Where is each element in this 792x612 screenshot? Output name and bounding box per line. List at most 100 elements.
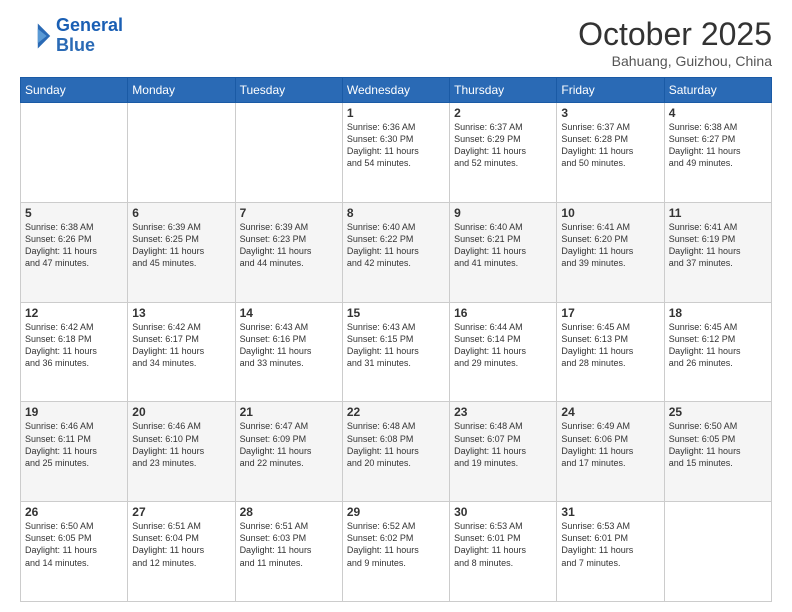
calendar-cell: 1Sunrise: 6:36 AM Sunset: 6:30 PM Daylig… — [342, 103, 449, 203]
day-info: Sunrise: 6:39 AM Sunset: 6:25 PM Dayligh… — [132, 221, 230, 270]
day-number: 23 — [454, 405, 552, 419]
day-number: 14 — [240, 306, 338, 320]
day-number: 22 — [347, 405, 445, 419]
day-number: 2 — [454, 106, 552, 120]
calendar-week-row: 1Sunrise: 6:36 AM Sunset: 6:30 PM Daylig… — [21, 103, 772, 203]
calendar: SundayMondayTuesdayWednesdayThursdayFrid… — [20, 77, 772, 602]
calendar-week-row: 12Sunrise: 6:42 AM Sunset: 6:18 PM Dayli… — [21, 302, 772, 402]
day-number: 26 — [25, 505, 123, 519]
day-info: Sunrise: 6:46 AM Sunset: 6:10 PM Dayligh… — [132, 420, 230, 469]
day-info: Sunrise: 6:49 AM Sunset: 6:06 PM Dayligh… — [561, 420, 659, 469]
day-info: Sunrise: 6:43 AM Sunset: 6:16 PM Dayligh… — [240, 321, 338, 370]
logo: General Blue — [20, 16, 123, 56]
day-number: 13 — [132, 306, 230, 320]
calendar-cell — [235, 103, 342, 203]
calendar-cell: 23Sunrise: 6:48 AM Sunset: 6:07 PM Dayli… — [450, 402, 557, 502]
day-number: 27 — [132, 505, 230, 519]
header: General Blue October 2025 Bahuang, Guizh… — [20, 16, 772, 69]
day-info: Sunrise: 6:48 AM Sunset: 6:08 PM Dayligh… — [347, 420, 445, 469]
day-info: Sunrise: 6:46 AM Sunset: 6:11 PM Dayligh… — [25, 420, 123, 469]
calendar-cell: 25Sunrise: 6:50 AM Sunset: 6:05 PM Dayli… — [664, 402, 771, 502]
day-number: 24 — [561, 405, 659, 419]
calendar-cell: 15Sunrise: 6:43 AM Sunset: 6:15 PM Dayli… — [342, 302, 449, 402]
day-info: Sunrise: 6:52 AM Sunset: 6:02 PM Dayligh… — [347, 520, 445, 569]
calendar-cell: 26Sunrise: 6:50 AM Sunset: 6:05 PM Dayli… — [21, 502, 128, 602]
weekday-header: Tuesday — [235, 78, 342, 103]
day-info: Sunrise: 6:42 AM Sunset: 6:18 PM Dayligh… — [25, 321, 123, 370]
day-info: Sunrise: 6:37 AM Sunset: 6:28 PM Dayligh… — [561, 121, 659, 170]
day-info: Sunrise: 6:47 AM Sunset: 6:09 PM Dayligh… — [240, 420, 338, 469]
calendar-cell: 30Sunrise: 6:53 AM Sunset: 6:01 PM Dayli… — [450, 502, 557, 602]
day-number: 12 — [25, 306, 123, 320]
calendar-cell: 6Sunrise: 6:39 AM Sunset: 6:25 PM Daylig… — [128, 202, 235, 302]
calendar-cell: 16Sunrise: 6:44 AM Sunset: 6:14 PM Dayli… — [450, 302, 557, 402]
weekday-header: Friday — [557, 78, 664, 103]
calendar-cell: 5Sunrise: 6:38 AM Sunset: 6:26 PM Daylig… — [21, 202, 128, 302]
calendar-cell: 10Sunrise: 6:41 AM Sunset: 6:20 PM Dayli… — [557, 202, 664, 302]
calendar-cell: 8Sunrise: 6:40 AM Sunset: 6:22 PM Daylig… — [342, 202, 449, 302]
day-number: 16 — [454, 306, 552, 320]
day-info: Sunrise: 6:53 AM Sunset: 6:01 PM Dayligh… — [454, 520, 552, 569]
calendar-cell: 9Sunrise: 6:40 AM Sunset: 6:21 PM Daylig… — [450, 202, 557, 302]
day-info: Sunrise: 6:45 AM Sunset: 6:12 PM Dayligh… — [669, 321, 767, 370]
calendar-cell: 18Sunrise: 6:45 AM Sunset: 6:12 PM Dayli… — [664, 302, 771, 402]
calendar-cell: 27Sunrise: 6:51 AM Sunset: 6:04 PM Dayli… — [128, 502, 235, 602]
day-number: 5 — [25, 206, 123, 220]
calendar-cell — [664, 502, 771, 602]
day-info: Sunrise: 6:50 AM Sunset: 6:05 PM Dayligh… — [25, 520, 123, 569]
day-info: Sunrise: 6:53 AM Sunset: 6:01 PM Dayligh… — [561, 520, 659, 569]
calendar-cell: 2Sunrise: 6:37 AM Sunset: 6:29 PM Daylig… — [450, 103, 557, 203]
day-info: Sunrise: 6:42 AM Sunset: 6:17 PM Dayligh… — [132, 321, 230, 370]
day-info: Sunrise: 6:38 AM Sunset: 6:27 PM Dayligh… — [669, 121, 767, 170]
day-number: 3 — [561, 106, 659, 120]
calendar-cell: 29Sunrise: 6:52 AM Sunset: 6:02 PM Dayli… — [342, 502, 449, 602]
day-number: 25 — [669, 405, 767, 419]
calendar-cell: 22Sunrise: 6:48 AM Sunset: 6:08 PM Dayli… — [342, 402, 449, 502]
day-number: 30 — [454, 505, 552, 519]
day-info: Sunrise: 6:40 AM Sunset: 6:22 PM Dayligh… — [347, 221, 445, 270]
day-number: 1 — [347, 106, 445, 120]
day-number: 11 — [669, 206, 767, 220]
day-number: 21 — [240, 405, 338, 419]
weekday-header: Thursday — [450, 78, 557, 103]
calendar-cell: 12Sunrise: 6:42 AM Sunset: 6:18 PM Dayli… — [21, 302, 128, 402]
calendar-week-row: 26Sunrise: 6:50 AM Sunset: 6:05 PM Dayli… — [21, 502, 772, 602]
calendar-cell: 7Sunrise: 6:39 AM Sunset: 6:23 PM Daylig… — [235, 202, 342, 302]
day-info: Sunrise: 6:44 AM Sunset: 6:14 PM Dayligh… — [454, 321, 552, 370]
day-info: Sunrise: 6:37 AM Sunset: 6:29 PM Dayligh… — [454, 121, 552, 170]
calendar-cell: 3Sunrise: 6:37 AM Sunset: 6:28 PM Daylig… — [557, 103, 664, 203]
page: General Blue October 2025 Bahuang, Guizh… — [0, 0, 792, 612]
weekday-header: Sunday — [21, 78, 128, 103]
calendar-week-row: 19Sunrise: 6:46 AM Sunset: 6:11 PM Dayli… — [21, 402, 772, 502]
title-block: October 2025 Bahuang, Guizhou, China — [578, 16, 772, 69]
calendar-cell: 21Sunrise: 6:47 AM Sunset: 6:09 PM Dayli… — [235, 402, 342, 502]
calendar-week-row: 5Sunrise: 6:38 AM Sunset: 6:26 PM Daylig… — [21, 202, 772, 302]
day-number: 7 — [240, 206, 338, 220]
calendar-cell: 14Sunrise: 6:43 AM Sunset: 6:16 PM Dayli… — [235, 302, 342, 402]
day-info: Sunrise: 6:39 AM Sunset: 6:23 PM Dayligh… — [240, 221, 338, 270]
weekday-header: Monday — [128, 78, 235, 103]
calendar-cell: 28Sunrise: 6:51 AM Sunset: 6:03 PM Dayli… — [235, 502, 342, 602]
day-info: Sunrise: 6:38 AM Sunset: 6:26 PM Dayligh… — [25, 221, 123, 270]
day-info: Sunrise: 6:41 AM Sunset: 6:19 PM Dayligh… — [669, 221, 767, 270]
weekday-header: Wednesday — [342, 78, 449, 103]
month-title: October 2025 — [578, 16, 772, 53]
day-number: 4 — [669, 106, 767, 120]
calendar-cell: 13Sunrise: 6:42 AM Sunset: 6:17 PM Dayli… — [128, 302, 235, 402]
day-number: 9 — [454, 206, 552, 220]
day-info: Sunrise: 6:50 AM Sunset: 6:05 PM Dayligh… — [669, 420, 767, 469]
day-number: 28 — [240, 505, 338, 519]
day-number: 19 — [25, 405, 123, 419]
day-info: Sunrise: 6:51 AM Sunset: 6:04 PM Dayligh… — [132, 520, 230, 569]
day-number: 6 — [132, 206, 230, 220]
calendar-cell — [21, 103, 128, 203]
calendar-cell: 17Sunrise: 6:45 AM Sunset: 6:13 PM Dayli… — [557, 302, 664, 402]
day-info: Sunrise: 6:41 AM Sunset: 6:20 PM Dayligh… — [561, 221, 659, 270]
day-number: 18 — [669, 306, 767, 320]
day-info: Sunrise: 6:45 AM Sunset: 6:13 PM Dayligh… — [561, 321, 659, 370]
calendar-cell: 4Sunrise: 6:38 AM Sunset: 6:27 PM Daylig… — [664, 103, 771, 203]
calendar-cell: 20Sunrise: 6:46 AM Sunset: 6:10 PM Dayli… — [128, 402, 235, 502]
day-number: 15 — [347, 306, 445, 320]
day-info: Sunrise: 6:48 AM Sunset: 6:07 PM Dayligh… — [454, 420, 552, 469]
day-info: Sunrise: 6:40 AM Sunset: 6:21 PM Dayligh… — [454, 221, 552, 270]
